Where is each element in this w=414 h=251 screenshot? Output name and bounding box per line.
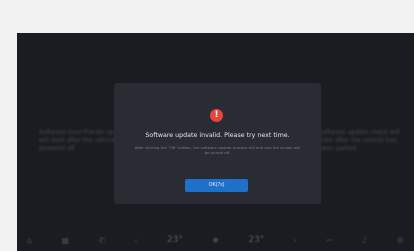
dialog-description: After clicking the "OK" button, the soft… [134,145,301,155]
car-display-screen: Software Over-The-Air update will start … [17,33,414,251]
ok-button[interactable]: OK(7s) [185,179,248,192]
right-arrow-icon[interactable]: › [294,236,297,245]
update-invalid-dialog: ! Software update invalid. Please try ne… [114,83,321,204]
settings-icon[interactable]: ⚙ [397,236,404,245]
phone-icon[interactable]: ✆ [98,236,105,245]
bottom-dock: ⌂ ▦ ✆ ‹ 23° ✱ 23° › ⌐ ♪ ⚙ [17,229,414,251]
background-text-right: Software update check will start after t… [319,129,400,152]
left-arrow-icon[interactable]: ‹ [134,236,137,245]
dialog-title: Software update invalid. Please try next… [145,132,290,139]
seat-icon[interactable]: ⌐ [326,236,333,245]
right-temperature[interactable]: 23° [248,235,264,245]
home-icon[interactable]: ⌂ [27,236,32,245]
left-temperature[interactable]: 23° [167,235,183,245]
grid-icon[interactable]: ▦ [61,236,69,245]
volume-icon[interactable]: ♪ [362,236,367,245]
fan-icon[interactable]: ✱ [212,236,219,245]
warning-icon: ! [210,109,223,122]
